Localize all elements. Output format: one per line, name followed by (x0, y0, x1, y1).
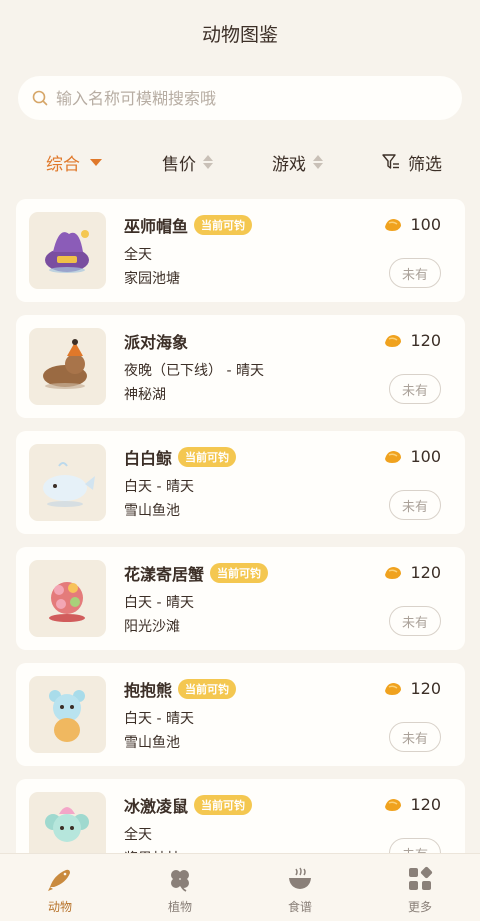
tab-recipes[interactable]: 食谱 (240, 854, 360, 921)
animal-card[interactable]: 花漾寄居蟹 当前可钓 白天 - 晴天 阳光沙滩 120 未有 (16, 547, 465, 650)
animal-time: 白天 - 晴天 (124, 595, 194, 611)
tab-plants-label: 植物 (167, 900, 192, 914)
owned-status-button[interactable]: 未有 (389, 374, 441, 404)
price-value: 120 (410, 795, 441, 814)
page-title: 动物图鉴 (201, 24, 278, 46)
hug-bear-icon (49, 690, 85, 742)
beluga-whale-icon (43, 462, 95, 507)
price-value: 100 (410, 447, 441, 466)
animal-time: 白天 - 晴天 (124, 711, 194, 727)
price-value: 120 (410, 679, 441, 698)
filter-bar: 综合 售价 游戏 筛选 (0, 146, 480, 178)
funnel-icon (382, 154, 399, 169)
filter-button[interactable]: 筛选 (382, 146, 442, 178)
shell-coin-icon (385, 450, 402, 463)
shell-coin-icon (385, 798, 402, 811)
flower-hermit-crab-icon (49, 582, 85, 622)
animal-thumbnail (29, 212, 106, 289)
animal-location: 神秘湖 (124, 387, 166, 403)
price-value: 120 (410, 331, 441, 350)
grid-icon (409, 866, 433, 890)
animal-card[interactable]: 抱抱熊 当前可钓 白天 - 晴天 雪山鱼池 120 未有 (16, 663, 465, 766)
animal-time: 全天 (124, 247, 152, 263)
animal-card[interactable]: 派对海象 夜晚（已下线） - 晴天 神秘湖 120 未有 (16, 315, 465, 418)
animal-name: 派对海象 (124, 333, 189, 352)
animal-card[interactable]: 白白鲸 当前可钓 白天 - 晴天 雪山鱼池 100 未有 (16, 431, 465, 534)
tab-recipes-label: 食谱 (287, 900, 312, 914)
animal-name: 巫师帽鱼 (124, 217, 189, 236)
owned-status-button[interactable]: 未有 (389, 490, 441, 520)
shell-coin-icon (385, 218, 402, 231)
shell-coin-icon (385, 682, 402, 695)
tab-plants[interactable]: 植物 (120, 854, 240, 921)
price: 100 (383, 447, 441, 466)
tab-more-label: 更多 (407, 900, 432, 914)
price: 120 (383, 563, 441, 582)
sort-price[interactable]: 售价 (162, 146, 213, 178)
catchable-badge: 当前可钓 (210, 563, 269, 583)
animal-location: 阳光沙滩 (124, 619, 180, 635)
clover-icon (171, 870, 189, 892)
animal-name: 冰激凌鼠 (124, 797, 189, 816)
sort-price-label: 售价 (162, 154, 196, 175)
price: 120 (383, 795, 441, 814)
bottom-tab-bar: 动物 植物 食谱 更多 (0, 853, 480, 921)
animal-location: 雪山鱼池 (124, 503, 180, 519)
filter-label: 筛选 (408, 154, 442, 175)
catchable-badge: 当前可钓 (178, 679, 237, 699)
price: 120 (383, 331, 441, 350)
animal-time: 全天 (124, 827, 152, 843)
animal-thumbnail (29, 560, 106, 637)
bowl-icon (289, 867, 311, 889)
owned-status-button[interactable]: 未有 (389, 258, 441, 288)
sort-arrows-icon (313, 155, 323, 169)
owned-status-button[interactable]: 未有 (389, 722, 441, 752)
sort-arrows-icon (203, 155, 213, 169)
search-icon (32, 90, 48, 106)
price: 100 (383, 215, 441, 234)
sort-game-label: 游戏 (272, 154, 306, 175)
animal-time: 夜晚（已下线） - 晴天 (124, 363, 264, 379)
tab-animals-label: 动物 (47, 900, 72, 914)
party-walrus-icon (43, 339, 87, 389)
price-value: 120 (410, 563, 441, 582)
wizard-hat-fish-icon (45, 230, 89, 273)
shell-coin-icon (385, 334, 402, 347)
animal-name: 白白鲸 (124, 449, 173, 468)
owned-status-button[interactable]: 未有 (389, 606, 441, 636)
animal-time: 白天 - 晴天 (124, 479, 194, 495)
animal-name: 花漾寄居蟹 (124, 565, 205, 584)
search-input[interactable] (56, 88, 436, 108)
catchable-badge: 当前可钓 (178, 447, 237, 467)
catchable-badge: 当前可钓 (194, 795, 253, 815)
shell-coin-icon (385, 566, 402, 579)
price: 120 (383, 679, 441, 698)
animal-name: 抱抱熊 (124, 681, 173, 700)
fish-icon (48, 869, 70, 891)
sort-game[interactable]: 游戏 (272, 146, 323, 178)
price-value: 100 (410, 215, 441, 234)
animal-thumbnail (29, 444, 106, 521)
sort-comprehensive-label: 综合 (46, 154, 80, 175)
animal-thumbnail (29, 328, 106, 405)
catchable-badge: 当前可钓 (194, 215, 253, 235)
animal-thumbnail (29, 676, 106, 753)
caret-down-icon (90, 158, 102, 166)
tab-more[interactable]: 更多 (360, 854, 480, 921)
animal-card[interactable]: 巫师帽鱼 当前可钓 全天 家园池塘 100 未有 (16, 199, 465, 302)
animal-location: 雪山鱼池 (124, 735, 180, 751)
animal-location: 家园池塘 (124, 271, 180, 287)
sort-comprehensive[interactable]: 综合 (46, 146, 102, 178)
search-bar[interactable] (18, 76, 462, 120)
tab-animals[interactable]: 动物 (0, 854, 120, 921)
